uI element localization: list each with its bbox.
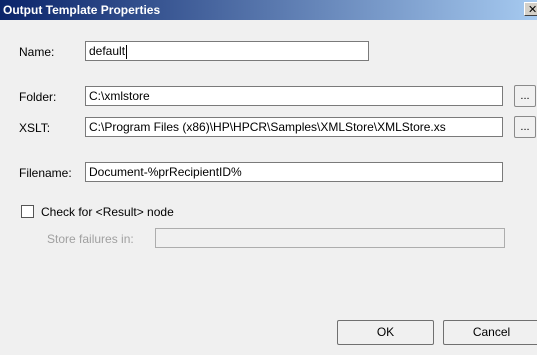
text-caret [126, 44, 128, 59]
filename-label: Filename: [19, 166, 72, 180]
xslt-label: XSLT: [19, 121, 51, 135]
ok-button[interactable]: OK [337, 320, 434, 345]
xslt-browse-button[interactable]: ... [514, 116, 536, 138]
window-title: Output Template Properties [3, 3, 161, 17]
name-label: Name: [19, 45, 55, 59]
cancel-button[interactable]: Cancel [443, 320, 537, 345]
folder-field[interactable]: C:\xmlstore [85, 86, 503, 106]
folder-browse-button[interactable]: ... [514, 85, 536, 107]
close-icon[interactable]: ✕ [524, 2, 537, 16]
folder-label: Folder: [19, 90, 57, 104]
store-failures-label: Store failures in: [47, 232, 134, 246]
store-failures-field [155, 228, 505, 248]
check-result-label[interactable]: Check for <Result> node [41, 205, 174, 219]
xslt-field[interactable]: C:\Program Files (x86)\HP\HPCR\Samples\X… [85, 117, 503, 137]
title-bar: Output Template Properties ✕ [0, 0, 537, 20]
name-field[interactable]: default [85, 41, 369, 61]
check-result-checkbox[interactable] [21, 205, 34, 218]
filename-field[interactable]: Document-%prRecipientID% [85, 162, 503, 182]
name-value: default [89, 44, 126, 58]
